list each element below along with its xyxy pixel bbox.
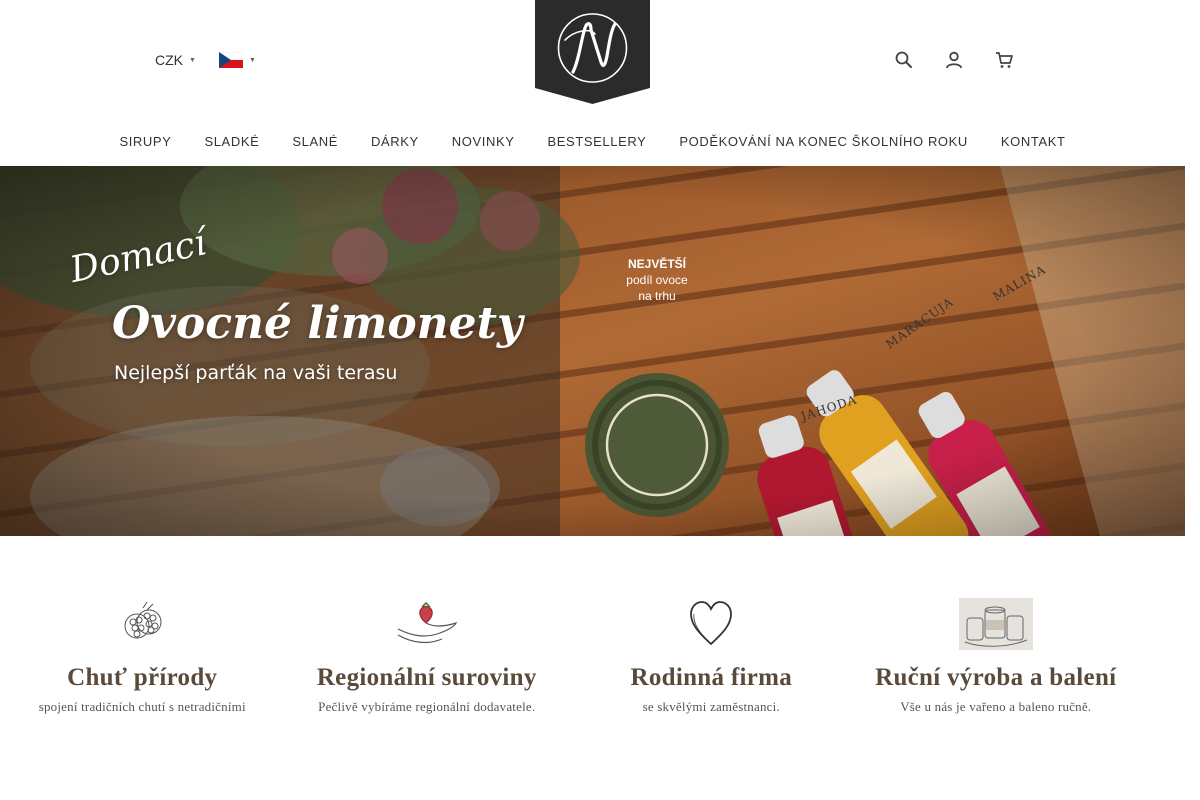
feature-title: Rodinná firma xyxy=(630,664,793,691)
feature-item: Chuť přírody spojení tradičních chutí s … xyxy=(0,596,285,715)
nav-item-bestsellery[interactable]: BESTSELLERY xyxy=(531,132,663,152)
chevron-down-icon: ▼ xyxy=(189,56,196,64)
account-button[interactable] xyxy=(944,50,964,70)
hero-title: Ovocné limonety xyxy=(112,298,523,349)
currency-label: CZK xyxy=(155,52,183,68)
currency-selector[interactable]: CZK ▼ xyxy=(155,52,196,68)
chevron-down-icon: ▼ xyxy=(249,56,256,64)
main-navigation: SIRUPY SLADKÉ SLANÉ DÁRKY NOVINKY BESTSE… xyxy=(0,132,1185,152)
feature-item: Regionální suroviny Pečlivě vybíráme reg… xyxy=(285,596,570,715)
nav-item-podekovani[interactable]: PODĚKOVÁNÍ NA KONEC ŠKOLNÍHO ROKU xyxy=(663,132,985,152)
raspberry-icon xyxy=(124,601,162,639)
seal-line-1: NEJVĚTŠÍ xyxy=(627,257,687,271)
language-selector[interactable]: ▼ xyxy=(219,52,256,68)
feature-title: Ruční výroba a balení xyxy=(875,664,1117,691)
nav-item-darky[interactable]: DÁRKY xyxy=(355,132,436,152)
feature-item: Ruční výroba a balení Vše u nás je vařen… xyxy=(854,596,1139,715)
feature-list: Chuť přírody spojení tradičních chutí s … xyxy=(0,596,1185,715)
feature-title: Regionální suroviny xyxy=(316,664,537,691)
nav-item-kontakt[interactable]: KONTAKT xyxy=(984,132,1082,152)
user-icon xyxy=(946,51,962,69)
search-button[interactable] xyxy=(894,50,914,70)
cart-button[interactable] xyxy=(994,50,1014,70)
search-icon xyxy=(895,51,912,68)
site-header: CZK ▼ ▼ SIRUPY SLADKÉ SLANÉ DÁRKY NOVINK… xyxy=(0,0,1200,166)
nav-item-sladke[interactable]: SLADKÉ xyxy=(188,132,276,152)
feature-title: Chuť přírody xyxy=(67,664,218,691)
nav-item-slane[interactable]: SLANÉ xyxy=(276,132,355,152)
cart-icon xyxy=(996,52,1013,68)
jars-icon xyxy=(958,598,1033,650)
heart-icon xyxy=(690,601,733,646)
feature-text: se skvělými zaměstnanci. xyxy=(642,699,780,714)
feature-item: Rodinná firma se skvělými zaměstnanci. xyxy=(569,596,854,715)
seal-line-2: podíl ovoce xyxy=(626,273,688,287)
feature-text: Pečlivě vybíráme regionální dodavatele. xyxy=(318,699,536,714)
nav-item-sirupy[interactable]: SIRUPY xyxy=(103,132,188,152)
seal-line-3: na trhu xyxy=(638,289,676,303)
czech-flag-icon xyxy=(219,52,243,68)
hero-image xyxy=(0,166,1185,536)
hero-banner[interactable]: Domací Ovocné limonety Nejlepší parťák n… xyxy=(0,166,1185,536)
hand-strawberry-icon xyxy=(397,601,457,644)
site-logo[interactable] xyxy=(535,0,650,104)
nav-item-novinky[interactable]: NOVINKY xyxy=(435,132,531,152)
seal-text: NEJVĚTŠÍ podíl ovoce na trhu xyxy=(608,256,706,304)
hero-subtitle: Nejlepší parťák na vaši terasu xyxy=(114,362,398,384)
feature-text: spojení tradičních chutí s netradičními xyxy=(38,699,246,714)
feature-text: Vše u nás je vařeno a baleno ručně. xyxy=(900,699,1092,714)
